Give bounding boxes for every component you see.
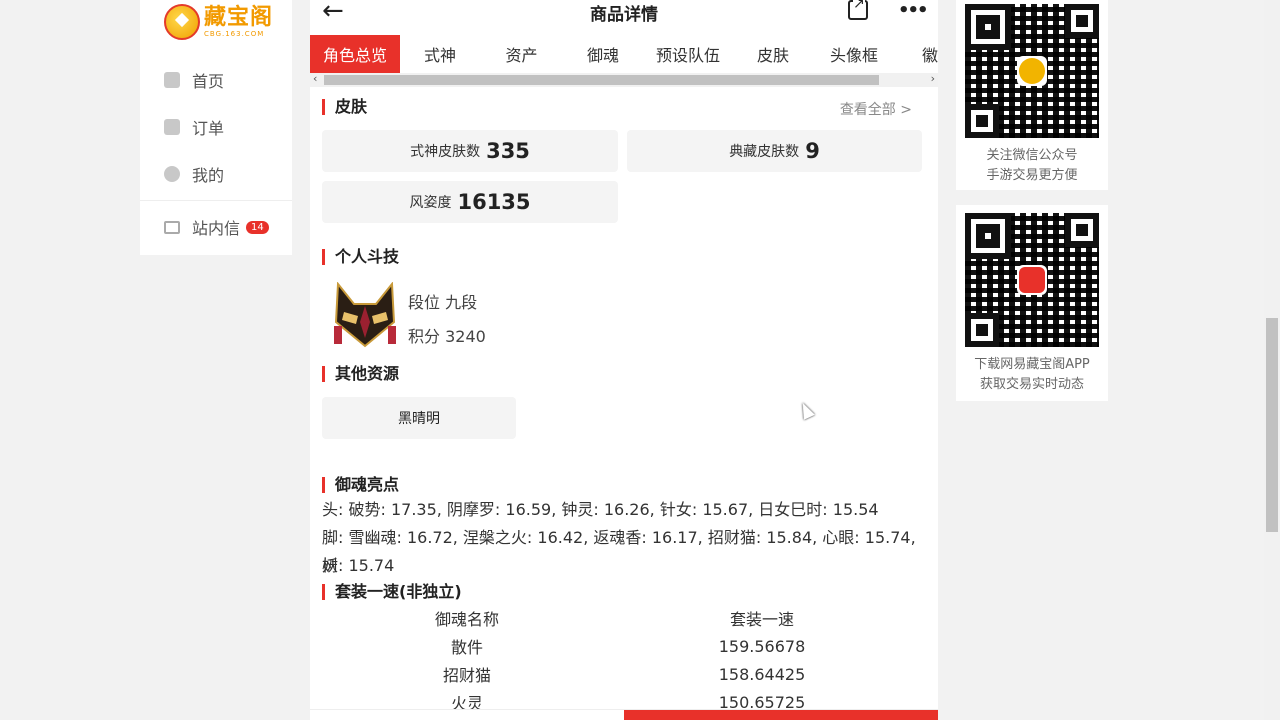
soul-highlights-foot-cont: 妖: 15.74 xyxy=(322,556,395,575)
tab-shikigami[interactable]: 式神 xyxy=(400,35,480,73)
pvp-section-title: 个人斗技 xyxy=(322,249,399,265)
rank-value: 九段 xyxy=(445,293,478,312)
skins-section-title: 皮肤 xyxy=(322,99,367,115)
set-speed-title: 套装一速(非独立) xyxy=(322,584,462,600)
set-speed-table: 御魂名称 套装一速 散件 159.56678 招财猫 158.64425 火灵 … xyxy=(322,604,922,716)
table-header-row: 御魂名称 套装一速 xyxy=(322,604,922,632)
message-count-badge: 14 xyxy=(246,220,269,234)
soul-highlights-title: 御魂亮点 xyxy=(322,477,399,493)
tab-overview[interactable]: 角色总览 xyxy=(310,35,400,73)
qr-caption: 获取交易实时动态 xyxy=(979,377,1084,392)
scroll-right-icon[interactable]: › xyxy=(931,72,935,85)
scroll-left-icon[interactable]: ‹ xyxy=(313,72,317,85)
stat-label: 式神皮肤数 xyxy=(410,144,481,160)
soul-highlights-head: 头: 破势: 17.35, 阴摩罗: 16.59, 钟灵: 16.26, 针女:… xyxy=(322,500,879,519)
tab-frames[interactable]: 头像框 xyxy=(813,35,895,73)
tab-skins[interactable]: 皮肤 xyxy=(733,35,813,73)
rank-mask-icon xyxy=(334,282,396,348)
score-label: 积分 xyxy=(408,327,441,346)
item-detail-panel: ← 商品详情 ••• 角色总览 式神 资产 御魂 预设队伍 皮肤 头像框 徽 ‹… xyxy=(310,0,938,720)
nav-item-orders[interactable]: 订单 xyxy=(164,113,224,141)
table-row: 散件 159.56678 xyxy=(322,632,922,660)
bottom-action-bar xyxy=(310,709,938,720)
qr-caption: 关注微信公众号 xyxy=(986,148,1078,163)
rank-label: 段位 xyxy=(408,293,441,312)
style-score-stat: 风姿度 16135 xyxy=(322,181,618,223)
qr-caption: 手游交易更方便 xyxy=(986,168,1078,183)
wechat-qr-card: 关注微信公众号 手游交易更方便 xyxy=(956,0,1108,190)
cbg-logo[interactable]: 藏宝阁 CBG.163.COM xyxy=(164,0,273,44)
wechat-qr-code xyxy=(965,4,1099,138)
nav-item-messages[interactable]: 站内信 14 xyxy=(164,213,269,241)
page-title: 商品详情 xyxy=(590,5,658,25)
nav-divider xyxy=(140,200,292,201)
rank-row: 段位 九段 xyxy=(408,289,477,313)
scrollbar-thumb[interactable] xyxy=(1266,318,1278,532)
page-scrollbar[interactable] xyxy=(1264,0,1280,720)
stat-label: 风姿度 xyxy=(409,195,452,211)
stat-value: 335 xyxy=(486,139,530,163)
logo-text: 藏宝阁 xyxy=(204,4,274,30)
tab-scrollbar[interactable]: ‹ › xyxy=(310,72,938,87)
qr-logo-icon xyxy=(1017,265,1047,295)
view-all-link[interactable]: 查看全部 > xyxy=(840,99,912,119)
tab-bar: 角色总览 式神 资产 御魂 预设队伍 皮肤 头像框 徽 xyxy=(310,35,938,73)
more-icon[interactable]: ••• xyxy=(898,0,928,21)
nav-item-mine[interactable]: 我的 xyxy=(164,160,224,188)
table-row: 招财猫 158.64425 xyxy=(322,660,922,688)
qr-caption: 下载网易藏宝阁APP xyxy=(974,357,1090,372)
speed-cell: 158.64425 xyxy=(718,664,806,684)
header-bar: ← 商品详情 ••• xyxy=(310,0,938,32)
left-nav: 藏宝阁 CBG.163.COM 首页 订单 我的 站内信 14 xyxy=(140,0,292,255)
score-value: 3240 xyxy=(445,327,486,346)
mail-icon xyxy=(164,220,180,234)
column-header: 御魂名称 xyxy=(434,610,499,629)
nav-item-label: 订单 xyxy=(192,119,225,138)
skin-count-stat: 式神皮肤数 335 xyxy=(322,130,618,172)
nav-item-label: 站内信 xyxy=(192,219,241,238)
other-resources-title: 其他资源 xyxy=(322,366,399,382)
scrollbar-thumb[interactable] xyxy=(324,75,879,85)
score-row: 积分 3240 xyxy=(408,323,486,347)
home-icon xyxy=(164,72,180,88)
share-icon[interactable] xyxy=(848,0,868,20)
soul-name-cell: 招财猫 xyxy=(442,666,491,685)
tab-soul[interactable]: 御魂 xyxy=(563,35,643,73)
buy-button[interactable] xyxy=(624,710,938,720)
tab-presets[interactable]: 预设队伍 xyxy=(643,35,733,73)
logo-domain: CBG.163.COM xyxy=(204,29,265,38)
column-header: 套装一速 xyxy=(729,610,794,629)
stat-value: 9 xyxy=(805,139,820,163)
speed-cell: 159.56678 xyxy=(718,636,806,656)
nav-item-label: 我的 xyxy=(192,166,225,185)
soul-name-cell: 散件 xyxy=(450,638,483,657)
order-icon xyxy=(164,119,180,135)
logo-icon xyxy=(164,4,200,40)
stat-label: 典藏皮肤数 xyxy=(729,144,800,160)
app-qr-code xyxy=(965,213,1099,347)
tab-badges[interactable]: 徽 xyxy=(895,35,938,73)
stat-value: 16135 xyxy=(457,190,531,214)
resource-chip: 黑晴明 xyxy=(322,397,516,439)
user-icon xyxy=(164,166,180,182)
collection-skin-stat: 典藏皮肤数 9 xyxy=(627,130,922,172)
app-qr-card: 下载网易藏宝阁APP 获取交易实时动态 xyxy=(956,205,1108,401)
nav-item-home[interactable]: 首页 xyxy=(164,66,224,94)
nav-item-label: 首页 xyxy=(192,72,225,91)
tab-assets[interactable]: 资产 xyxy=(480,35,563,73)
qr-logo-icon xyxy=(1017,56,1047,86)
